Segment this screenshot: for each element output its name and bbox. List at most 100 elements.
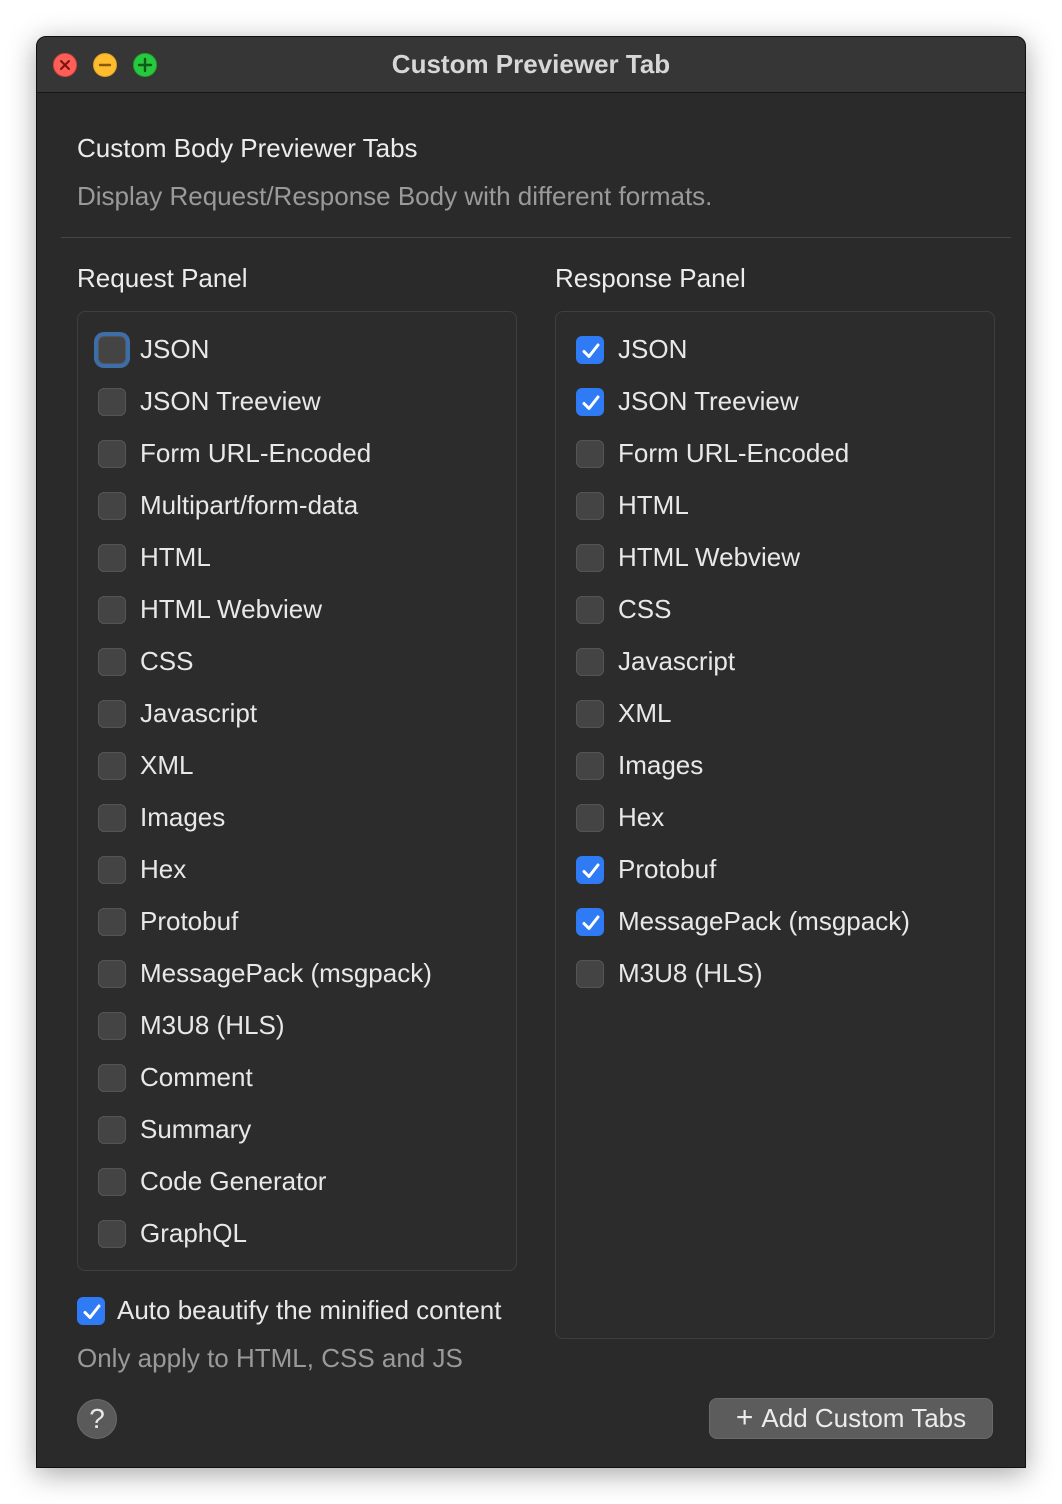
request-panel-item[interactable]: Comment: [78, 1052, 516, 1104]
checkbox[interactable]: [98, 648, 126, 676]
checkbox-label: M3U8 (HLS): [618, 958, 763, 988]
response-panel-item[interactable]: XML: [556, 688, 994, 740]
checkbox-label: M3U8 (HLS): [140, 1010, 285, 1040]
checkbox[interactable]: [98, 544, 126, 572]
checkbox-label: XML: [618, 698, 672, 728]
checkbox[interactable]: [576, 908, 604, 936]
response-panel-item[interactable]: CSS: [556, 584, 994, 636]
auto-beautify-label: Auto beautify the minified content: [117, 1295, 502, 1325]
section-title: Custom Body Previewer Tabs: [77, 133, 418, 163]
checkbox[interactable]: [98, 1012, 126, 1040]
checkbox[interactable]: [576, 492, 604, 520]
checkbox[interactable]: [576, 544, 604, 572]
checkbox-label: MessagePack (msgpack): [618, 906, 910, 936]
checkbox-label: HTML: [618, 490, 689, 520]
checkbox[interactable]: [98, 492, 126, 520]
checkbox[interactable]: [576, 752, 604, 780]
response-panel-item[interactable]: JSON: [556, 324, 994, 376]
response-panel-item[interactable]: HTML Webview: [556, 532, 994, 584]
response-panel-item[interactable]: HTML: [556, 480, 994, 532]
request-panel-item[interactable]: Javascript: [78, 688, 516, 740]
checkbox-label: Multipart/form-data: [140, 490, 359, 520]
checkbox[interactable]: [98, 1220, 126, 1248]
checkbox-label: Code Generator: [140, 1166, 327, 1196]
divider: [61, 237, 1011, 238]
request-panel-item[interactable]: XML: [78, 740, 516, 792]
checkbox[interactable]: [576, 388, 604, 416]
request-panel-item[interactable]: Protobuf: [78, 896, 516, 948]
request-panel-list: JSON JSON Treeview Form URL-Encoded Multipa…: [77, 311, 517, 1271]
response-panel-item[interactable]: Hex: [556, 792, 994, 844]
checkbox-label: Comment: [140, 1062, 253, 1092]
checkmark-icon: [83, 1304, 101, 1319]
checkbox[interactable]: [98, 752, 126, 780]
response-panel-item[interactable]: MessagePack (msgpack): [556, 896, 994, 948]
checkbox[interactable]: [98, 596, 126, 624]
plus-icon: +: [735, 1401, 754, 1434]
checkbox-label: GraphQL: [140, 1218, 247, 1248]
checkbox[interactable]: [98, 960, 126, 988]
help-button[interactable]: ?: [77, 1399, 117, 1439]
checkbox-label: HTML: [140, 542, 211, 572]
request-panel-label: Request Panel: [77, 263, 248, 293]
checkbox-label: JSON Treeview: [140, 386, 321, 416]
add-custom-tabs-label: Add Custom Tabs: [761, 1403, 967, 1433]
checkbox[interactable]: [576, 856, 604, 884]
response-panel-label: Response Panel: [555, 263, 746, 293]
checkbox-label: Summary: [140, 1114, 252, 1144]
previewer-window: Custom Previewer Tab Custom Body Preview…: [36, 36, 1026, 1468]
checkbox-label: Hex: [140, 854, 187, 884]
checkbox[interactable]: [98, 1168, 126, 1196]
checkbox[interactable]: [98, 1116, 126, 1144]
request-panel-item[interactable]: GraphQL: [78, 1208, 516, 1260]
checkbox[interactable]: [576, 336, 604, 364]
auto-beautify-checkbox[interactable]: [77, 1297, 105, 1325]
checkbox-label: JSON Treeview: [618, 386, 799, 416]
checkbox[interactable]: [576, 440, 604, 468]
response-panel-item[interactable]: JSON Treeview: [556, 376, 994, 428]
checkbox-label: Form URL-Encoded: [140, 438, 372, 468]
checkbox[interactable]: [98, 856, 126, 884]
checkbox[interactable]: [98, 700, 126, 728]
auto-beautify-checkbox-row[interactable]: Auto beautify the minified content: [77, 1285, 557, 1337]
checkbox-label: Hex: [618, 802, 665, 832]
request-panel-item[interactable]: CSS: [78, 636, 516, 688]
request-panel-item[interactable]: Form URL-Encoded: [78, 428, 516, 480]
window-title: Custom Previewer Tab: [391, 49, 671, 79]
request-panel-item[interactable]: JSON Treeview: [78, 376, 516, 428]
response-panel-list: JSON JSON Treeview Form URL-Encoded HTML HTM…: [555, 311, 995, 1339]
request-panel-item[interactable]: Images: [78, 792, 516, 844]
checkbox[interactable]: [576, 804, 604, 832]
request-panel-item[interactable]: HTML Webview: [78, 584, 516, 636]
checkbox[interactable]: [576, 648, 604, 676]
response-panel-item[interactable]: Form URL-Encoded: [556, 428, 994, 480]
response-panel-item[interactable]: Images: [556, 740, 994, 792]
checkbox-label: Javascript: [140, 698, 258, 728]
checkbox-label: Protobuf: [618, 854, 717, 884]
checkbox[interactable]: [98, 336, 126, 364]
checkbox-label: Images: [140, 802, 226, 832]
request-panel-item[interactable]: Summary: [78, 1104, 516, 1156]
add-custom-tabs-button[interactable]: + Add Custom Tabs: [709, 1398, 993, 1439]
checkbox[interactable]: [576, 700, 604, 728]
response-panel-item[interactable]: M3U8 (HLS): [556, 948, 994, 1000]
checkbox[interactable]: [98, 388, 126, 416]
request-panel-item[interactable]: MessagePack (msgpack): [78, 948, 516, 1000]
checkmark-icon: [582, 395, 600, 410]
checkbox[interactable]: [98, 804, 126, 832]
checkbox[interactable]: [98, 1064, 126, 1092]
section-subtitle: Display Request/Response Body with diffe…: [77, 181, 713, 211]
checkbox-label: HTML Webview: [618, 542, 801, 572]
checkbox[interactable]: [576, 596, 604, 624]
response-panel-item[interactable]: Javascript: [556, 636, 994, 688]
response-panel-item[interactable]: Protobuf: [556, 844, 994, 896]
checkbox[interactable]: [98, 908, 126, 936]
checkbox[interactable]: [98, 440, 126, 468]
request-panel-item[interactable]: Hex: [78, 844, 516, 896]
request-panel-item[interactable]: JSON: [78, 324, 516, 376]
request-panel-item[interactable]: M3U8 (HLS): [78, 1000, 516, 1052]
request-panel-item[interactable]: HTML: [78, 532, 516, 584]
checkbox[interactable]: [576, 960, 604, 988]
request-panel-item[interactable]: Multipart/form-data: [78, 480, 516, 532]
request-panel-item[interactable]: Code Generator: [78, 1156, 516, 1208]
